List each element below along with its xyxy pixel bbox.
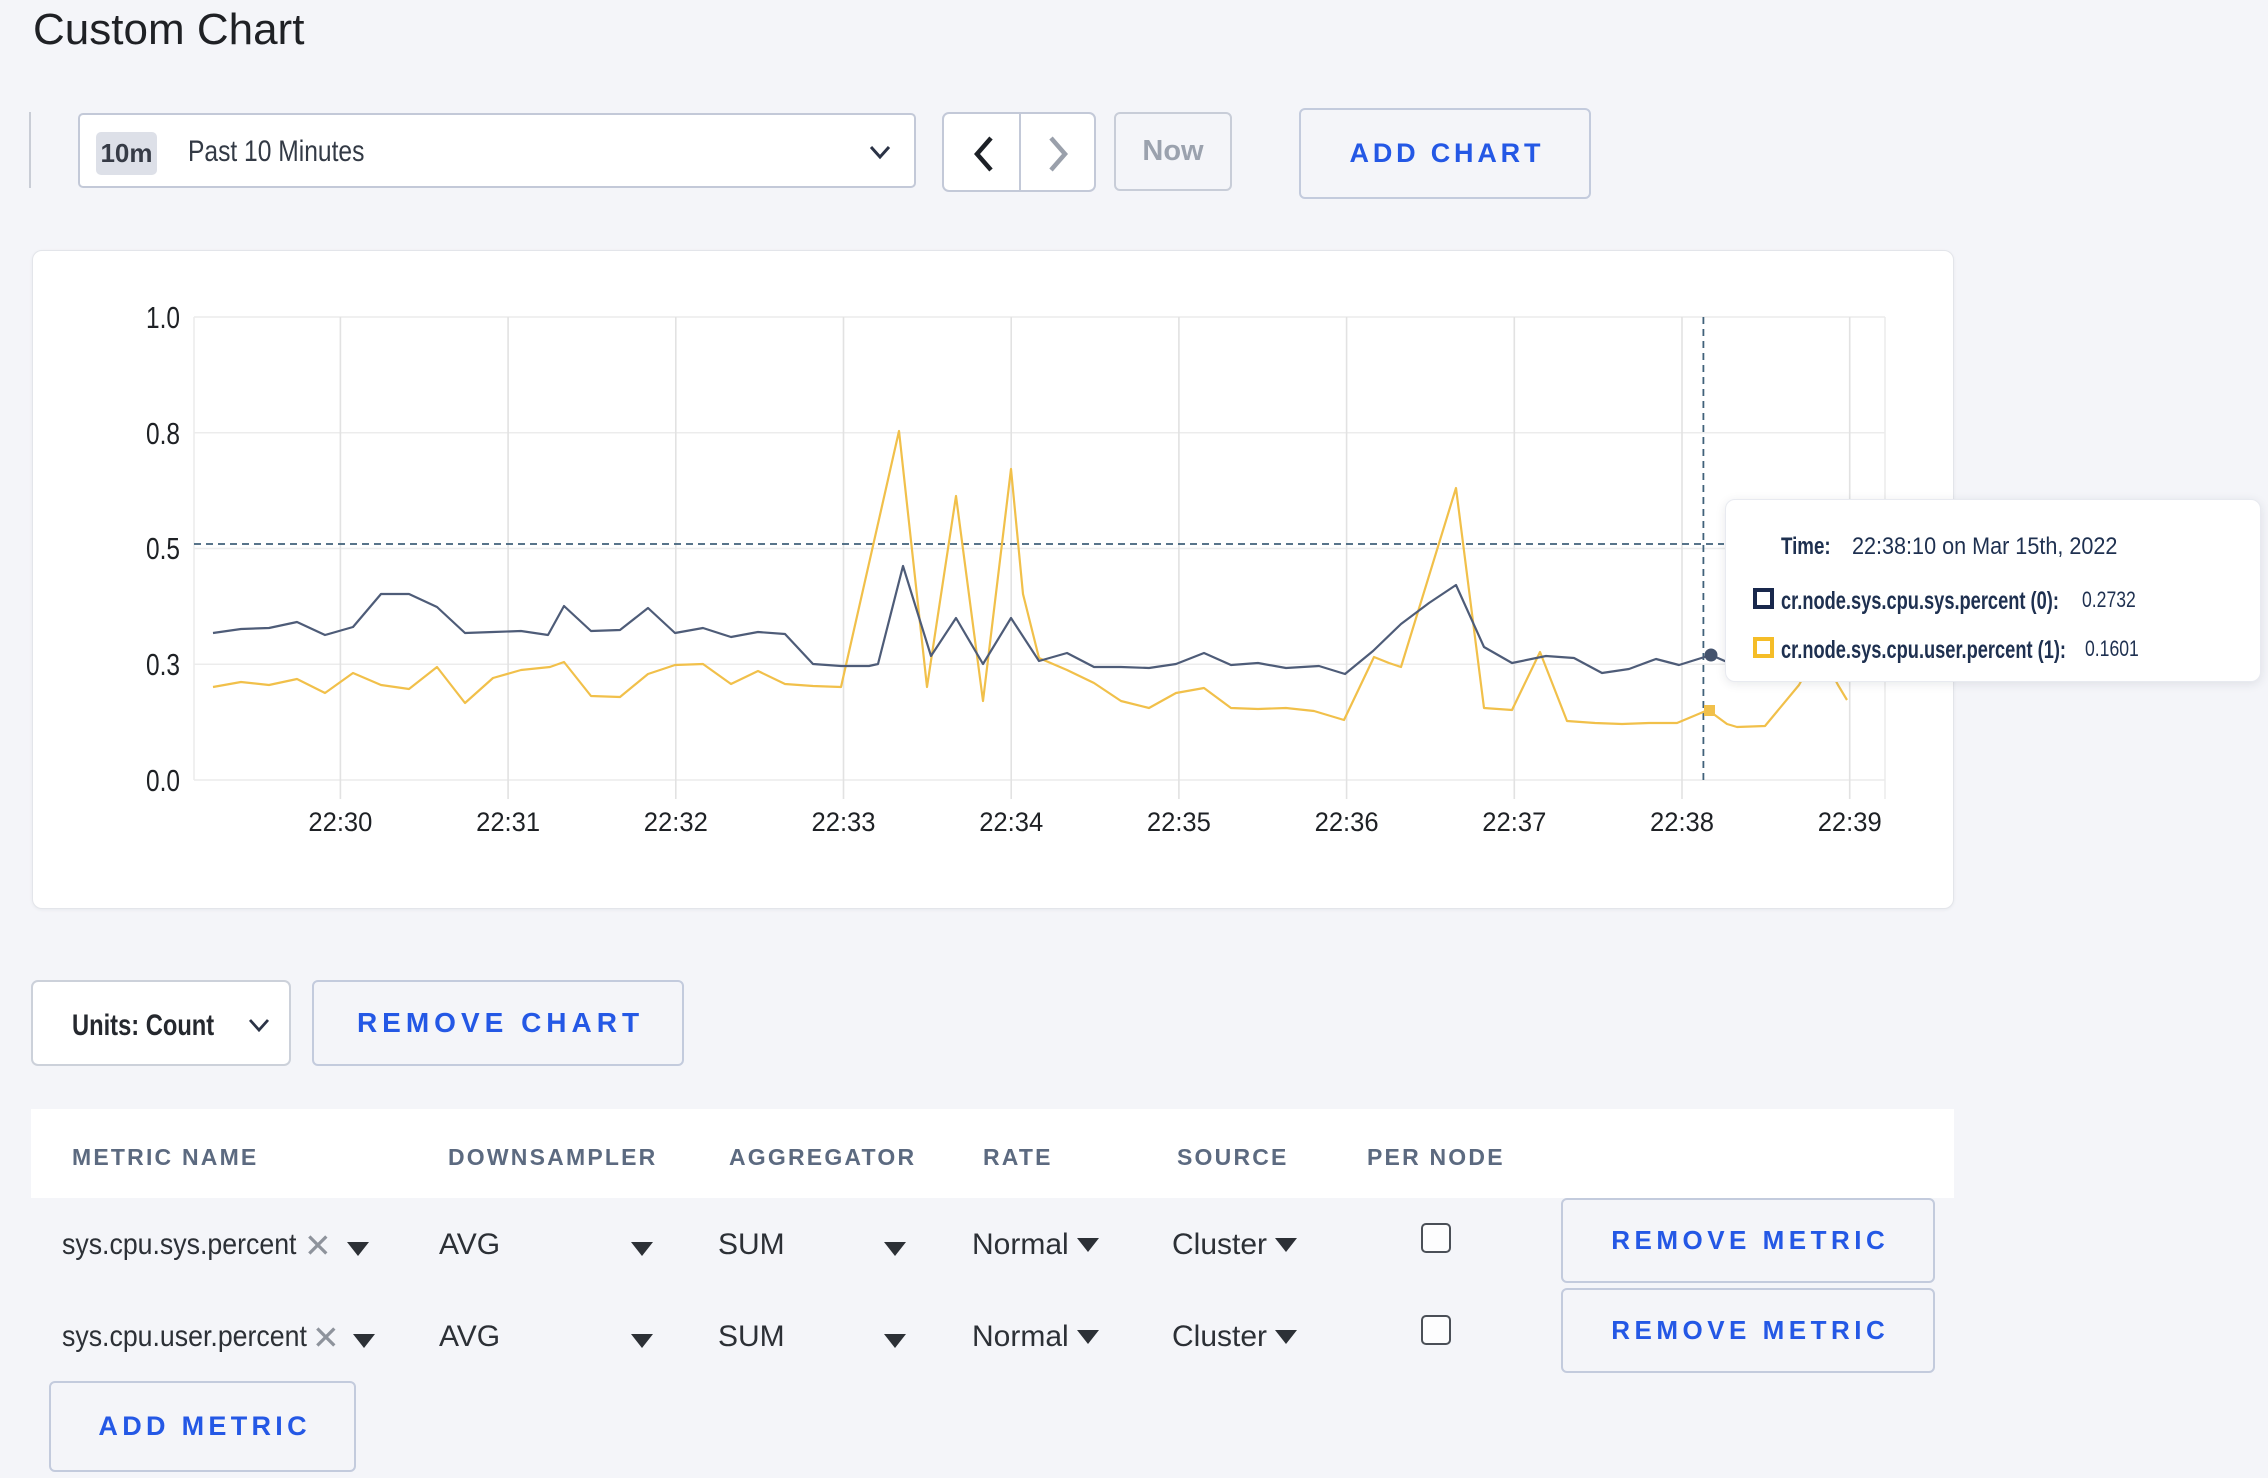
svg-text:0.0: 0.0 xyxy=(146,763,180,798)
svg-text:0.5: 0.5 xyxy=(146,531,180,566)
svg-text:22:33: 22:33 xyxy=(812,807,876,837)
svg-text:22:36: 22:36 xyxy=(1315,807,1379,837)
svg-text:22:31: 22:31 xyxy=(476,807,540,837)
svg-text:0.3: 0.3 xyxy=(146,647,180,682)
svg-text:22:38: 22:38 xyxy=(1650,807,1714,837)
svg-text:22:34: 22:34 xyxy=(979,807,1043,837)
svg-text:0.8: 0.8 xyxy=(146,416,180,451)
svg-text:22:39: 22:39 xyxy=(1818,807,1882,837)
svg-text:22:30: 22:30 xyxy=(308,807,372,837)
svg-text:22:32: 22:32 xyxy=(644,807,708,837)
svg-text:22:35: 22:35 xyxy=(1147,807,1211,837)
svg-text:1.0: 1.0 xyxy=(146,300,180,335)
svg-text:22:37: 22:37 xyxy=(1482,807,1546,837)
